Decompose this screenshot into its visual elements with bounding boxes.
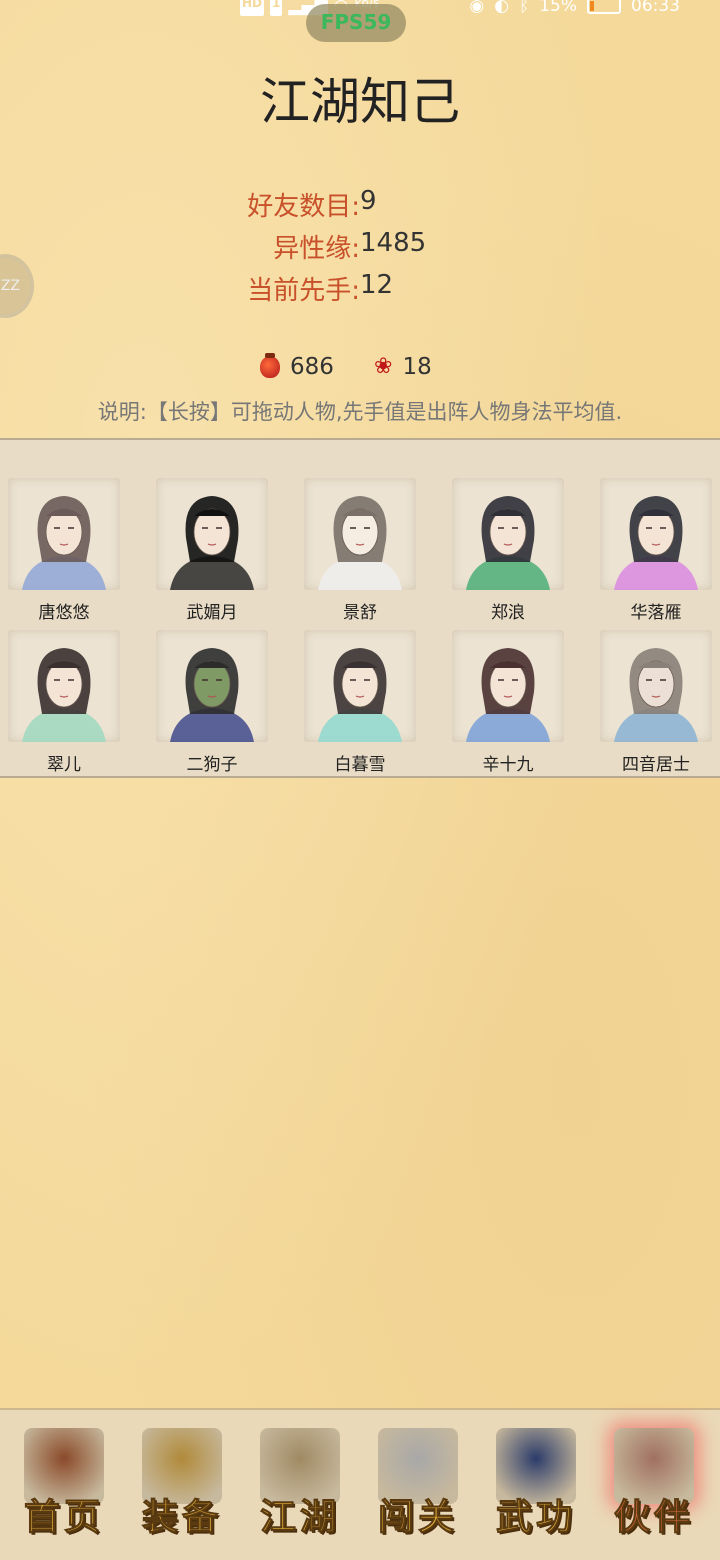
stat-charm: 异性缘: 1485 [0,228,720,268]
companion-card[interactable]: 辛十九 [452,630,564,778]
companion-portrait [8,478,120,590]
rose-icon: ❀ [374,354,393,379]
portrait-figure-icon [22,648,106,742]
companion-portrait [600,478,712,590]
companion-card[interactable]: 白暮雪 [304,630,416,778]
battery-icon [587,0,621,14]
companion-card[interactable]: 翠儿 [8,630,120,778]
companion-card[interactable]: 景舒 [304,478,416,626]
nav-item-companions[interactable]: 伙伴 [598,1428,710,1548]
companion-card[interactable]: 四音居士 [600,630,712,778]
companion-portrait [156,478,268,590]
companion-portrait [600,630,712,742]
nav-label: 闯关 [377,1496,458,1539]
stat-initiative: 当前先手: 12 [0,270,720,310]
companion-portrait [452,478,564,590]
stat-friend-count: 好友数目: 9 [0,186,720,226]
nav-label: 伙伴 [613,1496,694,1539]
bluetooth-icon: ᛒ [519,0,530,16]
stat-label: 好友数目: [247,192,360,222]
nav-label: 武功 [495,1496,576,1539]
companion-name: 华落雁 [630,603,682,623]
companion-card[interactable]: 华落雁 [600,478,712,626]
rose-resource: ❀ 18 [374,354,432,380]
companion-portrait [304,630,416,742]
nav-label: 江湖 [259,1496,340,1539]
portrait-figure-icon [318,648,402,742]
eye-icon: ◉ [469,0,485,16]
battery-level [590,1,594,11]
companion-name: 白暮雪 [334,755,386,775]
portrait-figure-icon [466,648,550,742]
nav-item-scroll-map[interactable]: 江湖 [244,1428,356,1548]
instruction-text: 说明:【长按】可拖动人物,先手值是出阵人物身法平均值. [97,400,623,424]
status-right: ◉ ◐ ᛒ 15% 06:33 [469,0,680,16]
companion-portrait [156,630,268,742]
portrait-figure-icon [22,496,106,590]
page-title: 江湖知己 [260,73,460,131]
companion-name: 四音居士 [622,755,690,775]
nav-item-martial-book[interactable]: 武功 [480,1428,592,1548]
companion-portrait [8,630,120,742]
companion-card[interactable]: 武媚月 [156,478,268,626]
stat-label: 当前先手: [247,276,360,306]
companion-portrait [304,478,416,590]
portrait-figure-icon [466,496,550,590]
portrait-figure-icon [318,496,402,590]
portrait-figure-icon [170,648,254,742]
nav-label: 装备 [141,1496,222,1539]
companion-card[interactable]: 郑浪 [452,478,564,626]
companion-name: 景舒 [343,603,377,623]
companion-card[interactable]: 二狗子 [156,630,268,778]
companion-name: 翠儿 [47,755,81,775]
nav-item-crossed-swords[interactable]: 闯关 [362,1428,474,1548]
fps-counter: FPS59 [306,4,406,42]
portrait-figure-icon [170,496,254,590]
clock: 06:33 [631,0,680,16]
rose-count: 18 [402,354,432,380]
companion-name: 武媚月 [186,603,238,623]
sim-badge: 1 [270,0,283,16]
companion-name: 唐悠悠 [38,603,90,623]
companion-card[interactable]: 唐悠悠 [8,478,120,626]
battery-percent: 15% [539,0,577,16]
wine-resource: 686 [260,353,334,380]
nav-label: 首页 [23,1496,104,1539]
portrait-figure-icon [614,496,698,590]
wine-jar-icon [260,353,280,378]
stat-label: 异性缘: [273,234,360,264]
companion-portrait [452,630,564,742]
hd-badge: HD [240,0,265,16]
portrait-figure-icon [614,648,698,742]
companion-roster: 唐悠悠 武媚月 景舒 郑浪 华落雁翠儿 二狗子 白暮雪 辛十九 四音居士 [0,438,720,778]
nav-item-armor[interactable]: 装备 [126,1428,238,1548]
companion-name: 二狗子 [186,755,238,775]
companion-name: 郑浪 [491,603,525,623]
companion-name: 辛十九 [482,755,534,775]
nav-item-pavilion[interactable]: 首页 [8,1428,120,1548]
wine-count: 686 [290,354,334,380]
vibrate-icon: ◐ [494,0,509,16]
stat-value: 9 [360,186,377,216]
bottom-nav: 首页 装备 江湖 闯关 武功 伙伴 [0,1408,720,1560]
stat-value: 1485 [360,228,427,258]
stat-value: 12 [360,270,394,300]
